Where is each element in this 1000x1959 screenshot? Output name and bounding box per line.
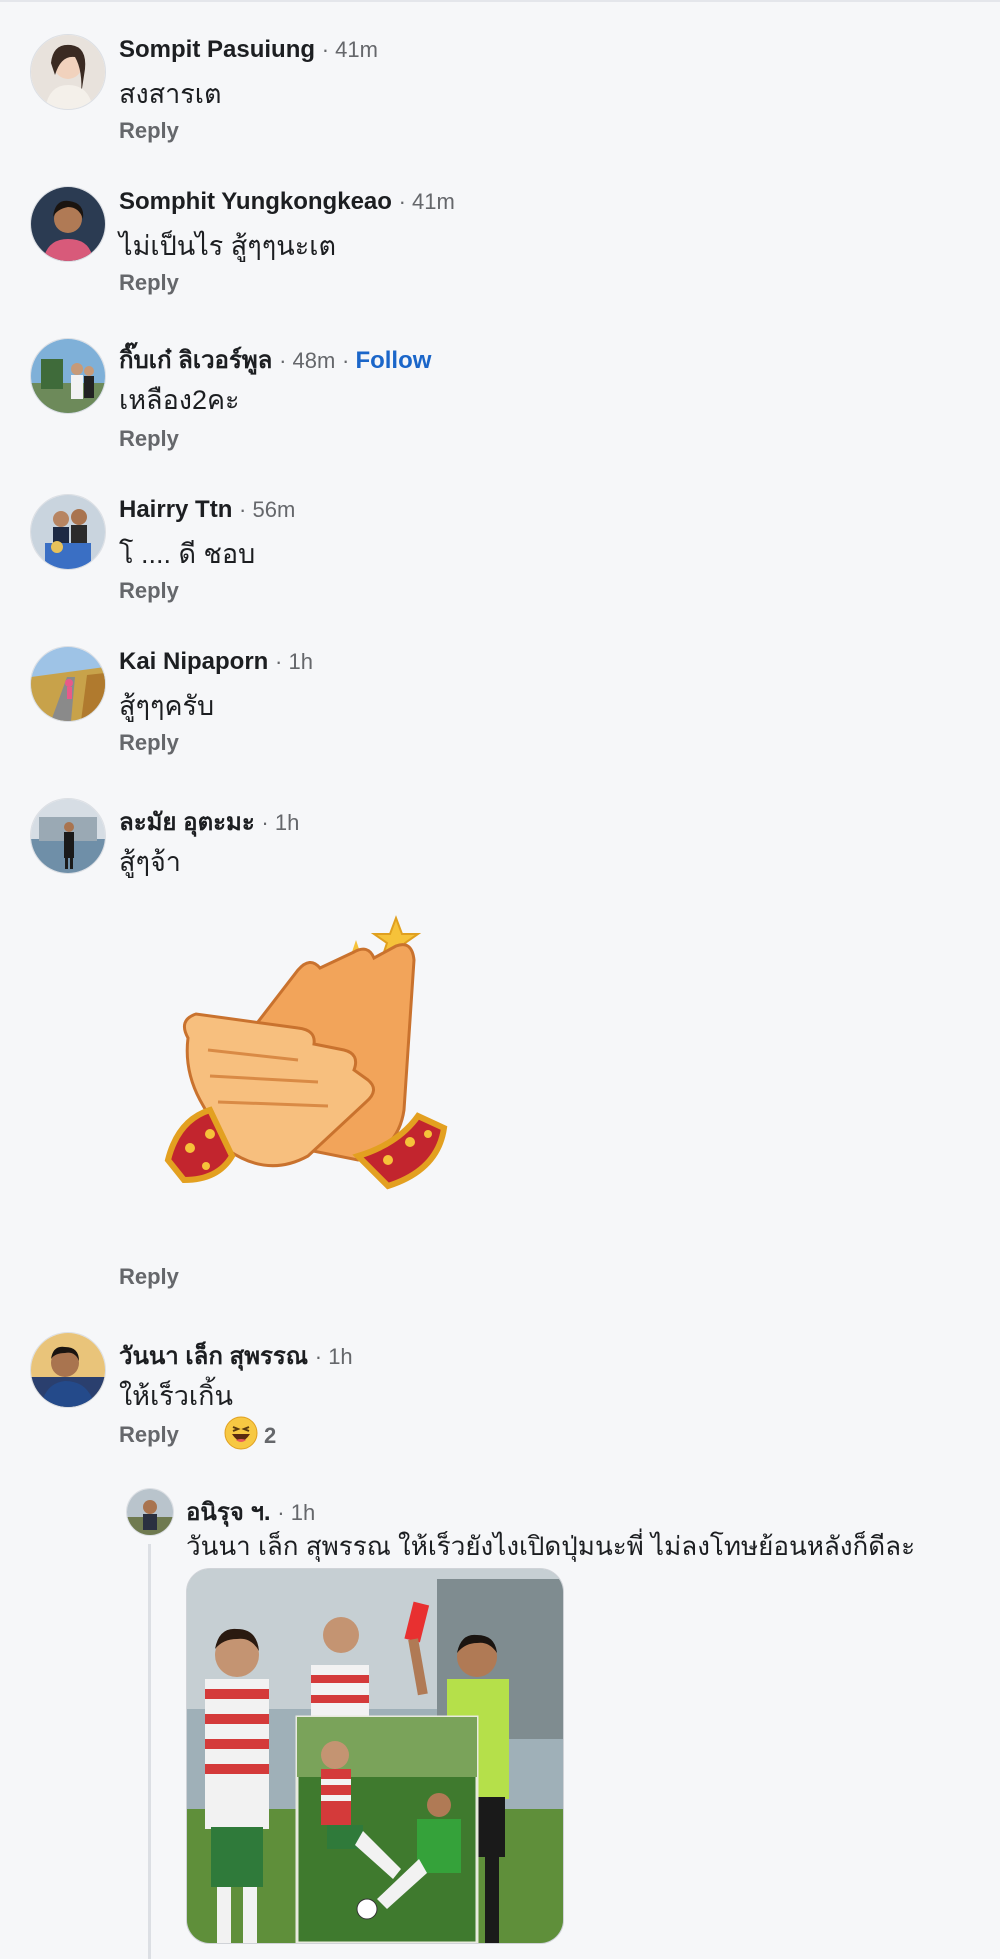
separator-dot: · [398,189,413,214]
follow-button[interactable]: Follow [355,347,431,374]
comment-meta: Kai Nipaporn · 1h [119,648,313,676]
author-name[interactable]: Hairry Ttn [119,496,232,523]
reply-button[interactable]: Reply [119,270,179,296]
comment-text: ให้เร็วเกิ้น [119,1381,233,1411]
comment-meta: กิ๊บเก๋ ลิเวอร์พูล · 48m · Follow [119,340,431,379]
separator-dot: · [321,37,336,62]
comment-text: โ .... ดี ชอบ [119,539,256,569]
separator-dot: · [239,497,253,522]
reply-button[interactable]: Reply [119,426,179,452]
separator-dot: · [275,649,289,674]
separator-dot: · [341,348,356,373]
timestamp[interactable]: 48m [293,348,336,373]
avatar[interactable] [30,1332,106,1408]
reply-button[interactable]: Reply [119,1264,179,1290]
timestamp[interactable]: 56m [252,497,295,522]
reply-button[interactable]: Reply [119,730,179,756]
reaction-count: 2 [264,1422,277,1448]
separator-dot: · [277,1500,291,1525]
author-name[interactable]: วันนา เล็ก สุพรรณ [119,1343,308,1370]
comment-meta: Somphit Yungkongkeao · 41m [119,188,455,216]
comment-text: เหลือง2คะ [119,385,240,415]
timestamp[interactable]: 41m [412,189,455,214]
timestamp[interactable]: 41m [335,37,378,62]
avatar[interactable] [126,1488,174,1536]
author-name[interactable]: กิ๊บเก๋ ลิเวอร์พูล [119,347,272,374]
comment-meta: Hairry Ttn · 56m [119,496,295,524]
comment-meta: ละมัย อุตะมะ · 1h [119,802,299,841]
author-name[interactable]: ละมัย อุตะมะ [119,809,255,836]
author-name[interactable]: Sompit Pasuiung [119,36,315,63]
comment-text: วันนา เล็ก สุพรรณ ให้เร็วยังไงเปิดปุ่มนะ… [186,1531,916,1561]
football-red-card-photo[interactable] [186,1568,564,1944]
comment-text: สู้ๆจ้า [119,847,181,877]
comment-meta: วันนา เล็ก สุพรรณ · 1h [119,1336,353,1375]
haha-emoji-icon [224,1416,258,1455]
separator-dot: · [314,1344,329,1369]
separator-dot: · [261,810,275,835]
author-name[interactable]: Kai Nipaporn [119,648,268,675]
avatar[interactable] [30,646,106,722]
reaction-summary[interactable]: 2 [224,1416,276,1455]
avatar[interactable] [30,338,106,414]
comment-text: ไม่เป็นไร สู้ๆๆนะเต [119,231,336,261]
clapping-hands-sticker[interactable] [148,910,470,1246]
separator-dot: · [279,348,293,373]
comment-meta: Sompit Pasuiung · 41m [119,36,378,64]
avatar[interactable] [30,494,106,570]
reply-button[interactable]: Reply [119,578,179,604]
comment-text: สงสารเต [119,79,222,109]
avatar[interactable] [30,186,106,262]
avatar[interactable] [30,798,106,874]
timestamp[interactable]: 1h [328,1344,352,1369]
reply-button[interactable]: Reply [119,1422,179,1448]
timestamp[interactable]: 1h [275,810,299,835]
thread-line [148,1544,151,1959]
author-name[interactable]: อนิรุจ ฯ. [186,1499,271,1526]
timestamp[interactable]: 1h [291,1500,315,1525]
comment-text: สู้ๆๆครับ [119,691,215,721]
timestamp[interactable]: 1h [288,649,312,674]
avatar[interactable] [30,34,106,110]
reply-button[interactable]: Reply [119,118,179,144]
top-divider [0,0,1000,2]
author-name[interactable]: Somphit Yungkongkeao [119,188,392,215]
